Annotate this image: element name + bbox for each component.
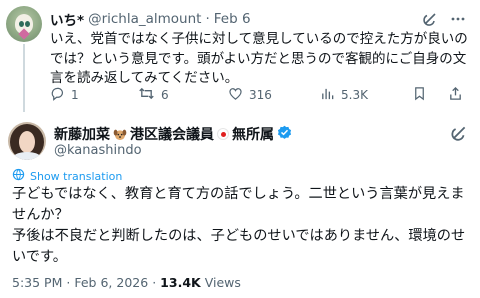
heart-icon <box>228 86 243 104</box>
views-label: Views <box>204 275 241 290</box>
share-icon <box>448 86 463 104</box>
author-affiliation: 無所属 <box>232 127 274 143</box>
author-name: 新藤加菜 <box>54 127 110 143</box>
retweet-count: 6 <box>161 88 169 102</box>
tweet-meta: 5:35 PM · Feb 6, 2026 · 13.4K Views <box>12 275 241 290</box>
thread-connector-line <box>23 44 25 112</box>
show-translation-label: Show translation <box>30 169 123 183</box>
avatar[interactable] <box>6 6 42 42</box>
author-handle[interactable]: @richla_almount <box>88 11 201 27</box>
reply-header: いち* @richla_almount · Feb 6 <box>50 9 470 29</box>
separator-dot: · <box>205 11 210 27</box>
dog-emoji-icon <box>113 128 127 141</box>
like-button[interactable]: 316 <box>228 85 272 105</box>
post-date[interactable]: Feb 6, 2026 <box>74 275 148 290</box>
author-name-row[interactable]: 新藤加菜 港区議会議員 無所属 <box>54 124 292 144</box>
reply-header-icons <box>422 11 466 31</box>
verified-badge-icon <box>277 125 292 144</box>
bookmark-icon <box>412 86 427 104</box>
reply-count: 1 <box>71 88 79 102</box>
reply-icon <box>50 86 65 104</box>
author-name[interactable]: いち* <box>50 9 84 29</box>
author-title: 港区議会議員 <box>130 127 214 143</box>
retweet-button[interactable]: 6 <box>138 85 169 105</box>
separator-dot: · <box>66 275 71 290</box>
share-button[interactable] <box>448 85 463 105</box>
views-button[interactable]: 5.3K <box>320 85 368 105</box>
reply-text: いえ、党首ではなく子供に対して意見しているので控えた方が良いのでは？という意見で… <box>50 31 468 86</box>
views-count: 13.4K <box>160 275 201 290</box>
more-icon[interactable] <box>450 11 466 31</box>
separator-dot: · <box>152 275 157 290</box>
post-time[interactable]: 5:35 PM <box>12 275 62 290</box>
views-count: 5.3K <box>341 88 368 102</box>
author-handle[interactable]: @kanashindo <box>54 143 142 158</box>
bookmark-button[interactable] <box>412 85 427 105</box>
action-bar: 1 6 316 5.3K <box>50 85 470 105</box>
grok-icon[interactable] <box>450 124 468 146</box>
avatar[interactable] <box>8 122 46 160</box>
grok-icon[interactable] <box>422 11 438 31</box>
main-tweet[interactable]: 新藤加菜 港区議会議員 無所属 @kanashindo Show transla… <box>0 112 480 298</box>
tweet-text-content: 子どもではなく、教育と育て方の話でしょう。二世という言葉が見えませんか？ 予後は… <box>12 186 466 265</box>
show-translation-link[interactable]: Show translation <box>12 168 122 184</box>
analytics-icon <box>320 86 335 104</box>
tweet-text: 子どもではなく、教育と育て方の話でしょう。二世という言葉が見えませんか？ 予後は… <box>12 184 474 268</box>
retweet-icon <box>138 86 155 104</box>
japan-flag-icon <box>217 128 229 140</box>
post-date[interactable]: Feb 6 <box>214 11 251 27</box>
translate-icon <box>12 168 25 184</box>
reply-button[interactable]: 1 <box>50 85 79 105</box>
reply-tweet[interactable]: いち* @richla_almount · Feb 6 いえ、党首ではなく子供に… <box>0 0 480 112</box>
like-count: 316 <box>249 88 272 102</box>
